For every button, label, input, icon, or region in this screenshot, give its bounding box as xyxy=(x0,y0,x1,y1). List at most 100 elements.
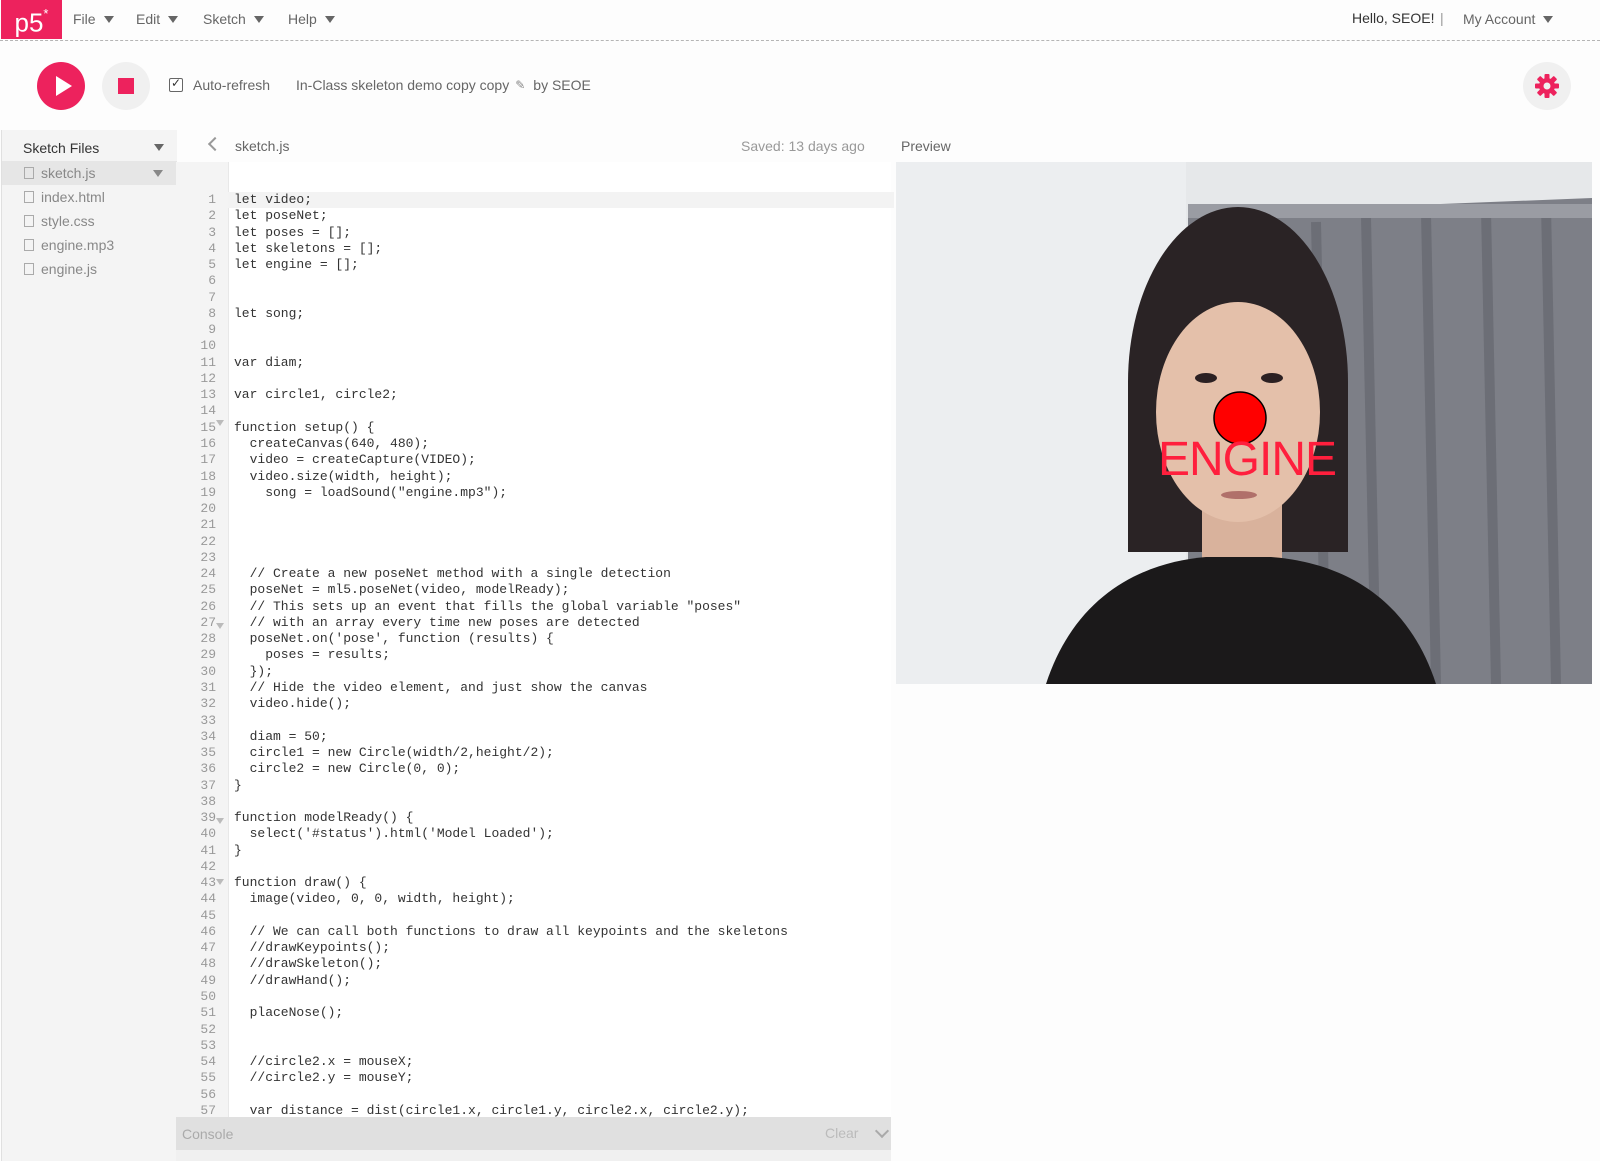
menu-help[interactable]: Help xyxy=(288,0,335,38)
code-line[interactable] xyxy=(234,322,894,338)
code-line[interactable] xyxy=(234,403,894,419)
p5-logo[interactable]: p5* xyxy=(1,0,62,39)
file-item-engine-js[interactable]: engine.js xyxy=(2,257,177,281)
line-number: 3 xyxy=(208,224,216,240)
code-line[interactable] xyxy=(234,794,894,810)
auto-refresh-checkbox[interactable] xyxy=(169,76,183,92)
code-line[interactable]: video.size(width, height); xyxy=(234,469,894,485)
code-line[interactable]: circle1 = new Circle(width/2,height/2); xyxy=(234,745,894,761)
code-line[interactable]: let song; xyxy=(234,306,894,322)
fold-arrow-icon[interactable] xyxy=(216,623,224,629)
file-item-index-html[interactable]: index.html xyxy=(2,185,177,209)
code-line[interactable]: //circle2.y = mouseY; xyxy=(234,1070,894,1086)
code-line[interactable]: var diam; xyxy=(234,355,894,371)
fold-arrow-icon[interactable] xyxy=(216,420,224,426)
menu-file-label: File xyxy=(73,11,96,27)
code-line[interactable]: poses = results; xyxy=(234,647,894,663)
code-line[interactable]: let skeletons = []; xyxy=(234,241,894,257)
code-line[interactable]: var circle1, circle2; xyxy=(234,387,894,403)
line-number: 40 xyxy=(200,826,216,842)
code-line[interactable]: //drawSkeleton(); xyxy=(234,956,894,972)
code-line[interactable] xyxy=(234,517,894,533)
code-line[interactable]: let engine = []; xyxy=(234,257,894,273)
code-line[interactable]: // We can call both functions to draw al… xyxy=(234,924,894,940)
code-line[interactable]: poseNet.on('pose', function (results) { xyxy=(234,631,894,647)
code-line[interactable]: function setup() { xyxy=(234,420,894,436)
code-lines[interactable]: let video; let poseNet; let poses = []; let… xyxy=(228,192,894,1119)
code-line[interactable]: diam = 50; xyxy=(234,729,894,745)
file-item-sketch-js[interactable]: sketch.js xyxy=(2,161,177,185)
code-line[interactable]: song = loadSound("engine.mp3"); xyxy=(234,485,894,501)
play-button[interactable] xyxy=(37,62,85,110)
line-number: 39 xyxy=(200,810,216,826)
code-line[interactable]: // Hide the video element, and just show… xyxy=(234,680,894,696)
code-line[interactable]: } xyxy=(234,778,894,794)
code-line[interactable] xyxy=(234,1087,894,1103)
code-line[interactable] xyxy=(234,1022,894,1038)
code-line[interactable]: // Create a new poseNet method with a si… xyxy=(234,566,894,582)
menu-sketch[interactable]: Sketch xyxy=(203,0,264,38)
code-line[interactable]: function modelReady() { xyxy=(234,810,894,826)
code-line[interactable] xyxy=(234,501,894,517)
code-line[interactable] xyxy=(234,534,894,550)
code-line[interactable] xyxy=(234,273,894,289)
code-line[interactable]: image(video, 0, 0, width, height); xyxy=(234,891,894,907)
my-account-menu[interactable]: My Account xyxy=(1463,0,1554,38)
code-line[interactable]: select('#status').html('Model Loaded'); xyxy=(234,826,894,842)
code-line[interactable]: //circle2.x = mouseX; xyxy=(234,1054,894,1070)
code-line[interactable]: video = createCapture(VIDEO); xyxy=(234,452,894,468)
line-number: 8 xyxy=(208,305,216,321)
line-number: 21 xyxy=(200,517,216,533)
chevron-down-icon[interactable] xyxy=(153,170,163,177)
line-number: 49 xyxy=(200,972,216,988)
menu-edit[interactable]: Edit xyxy=(136,0,179,38)
code-line[interactable] xyxy=(234,713,894,729)
code-line[interactable]: let poses = []; xyxy=(234,225,894,241)
code-line[interactable]: circle2 = new Circle(0, 0); xyxy=(234,761,894,777)
code-line[interactable] xyxy=(234,371,894,387)
code-line[interactable]: poseNet = ml5.poseNet(video, modelReady)… xyxy=(234,582,894,598)
code-line[interactable] xyxy=(234,908,894,924)
line-number: 41 xyxy=(200,842,216,858)
code-line[interactable]: }); xyxy=(234,664,894,680)
code-line[interactable]: //drawKeypoints(); xyxy=(234,940,894,956)
code-line[interactable] xyxy=(234,550,894,566)
chevron-down-icon[interactable] xyxy=(154,144,164,151)
code-line[interactable] xyxy=(234,338,894,354)
user-greeting: Hello, SEOE! xyxy=(1352,10,1435,26)
line-number: 13 xyxy=(200,387,216,403)
stop-button[interactable] xyxy=(102,62,150,110)
code-line[interactable] xyxy=(234,1038,894,1054)
console-clear-button[interactable]: Clear xyxy=(825,1125,858,1141)
code-line[interactable]: //drawHand(); xyxy=(234,973,894,989)
editor-filename: sketch.js xyxy=(235,138,290,154)
file-item-style-css[interactable]: style.css xyxy=(2,209,177,233)
code-line[interactable]: video.hide(); xyxy=(234,696,894,712)
line-number: 38 xyxy=(200,793,216,809)
code-line[interactable] xyxy=(234,989,894,1005)
code-line[interactable] xyxy=(234,290,894,306)
code-line[interactable]: placeNose(); xyxy=(234,1005,894,1021)
auto-refresh-toggle[interactable]: Auto-refresh xyxy=(169,76,270,93)
code-line[interactable]: // with an array every time new poses ar… xyxy=(234,615,894,631)
code-line[interactable]: } xyxy=(234,843,894,859)
code-line[interactable]: let video; xyxy=(228,192,894,209)
code-line[interactable]: createCanvas(640, 480); xyxy=(234,436,894,452)
settings-button[interactable] xyxy=(1523,62,1571,110)
fold-arrow-icon[interactable] xyxy=(216,879,224,885)
code-line[interactable]: function draw() { xyxy=(234,875,894,891)
code-line[interactable]: let poseNet; xyxy=(234,208,894,224)
menu-file[interactable]: File xyxy=(73,0,114,38)
collapse-sidebar-icon[interactable] xyxy=(207,136,223,152)
fold-arrow-icon[interactable] xyxy=(216,818,224,824)
file-item-engine-mp3[interactable]: engine.mp3 xyxy=(2,233,177,257)
chevron-down-icon[interactable] xyxy=(874,1123,890,1139)
line-number: 33 xyxy=(200,712,216,728)
code-line[interactable] xyxy=(234,859,894,875)
pencil-icon[interactable]: ✎ xyxy=(515,78,525,92)
code-line[interactable]: // This sets up an event that fills the … xyxy=(234,599,894,615)
sketch-title[interactable]: In-Class skeleton demo copy copy xyxy=(296,77,509,93)
line-number: 34 xyxy=(200,728,216,744)
preview-canvas[interactable]: ENGINE xyxy=(896,162,1592,684)
line-number: 43 xyxy=(200,875,216,891)
